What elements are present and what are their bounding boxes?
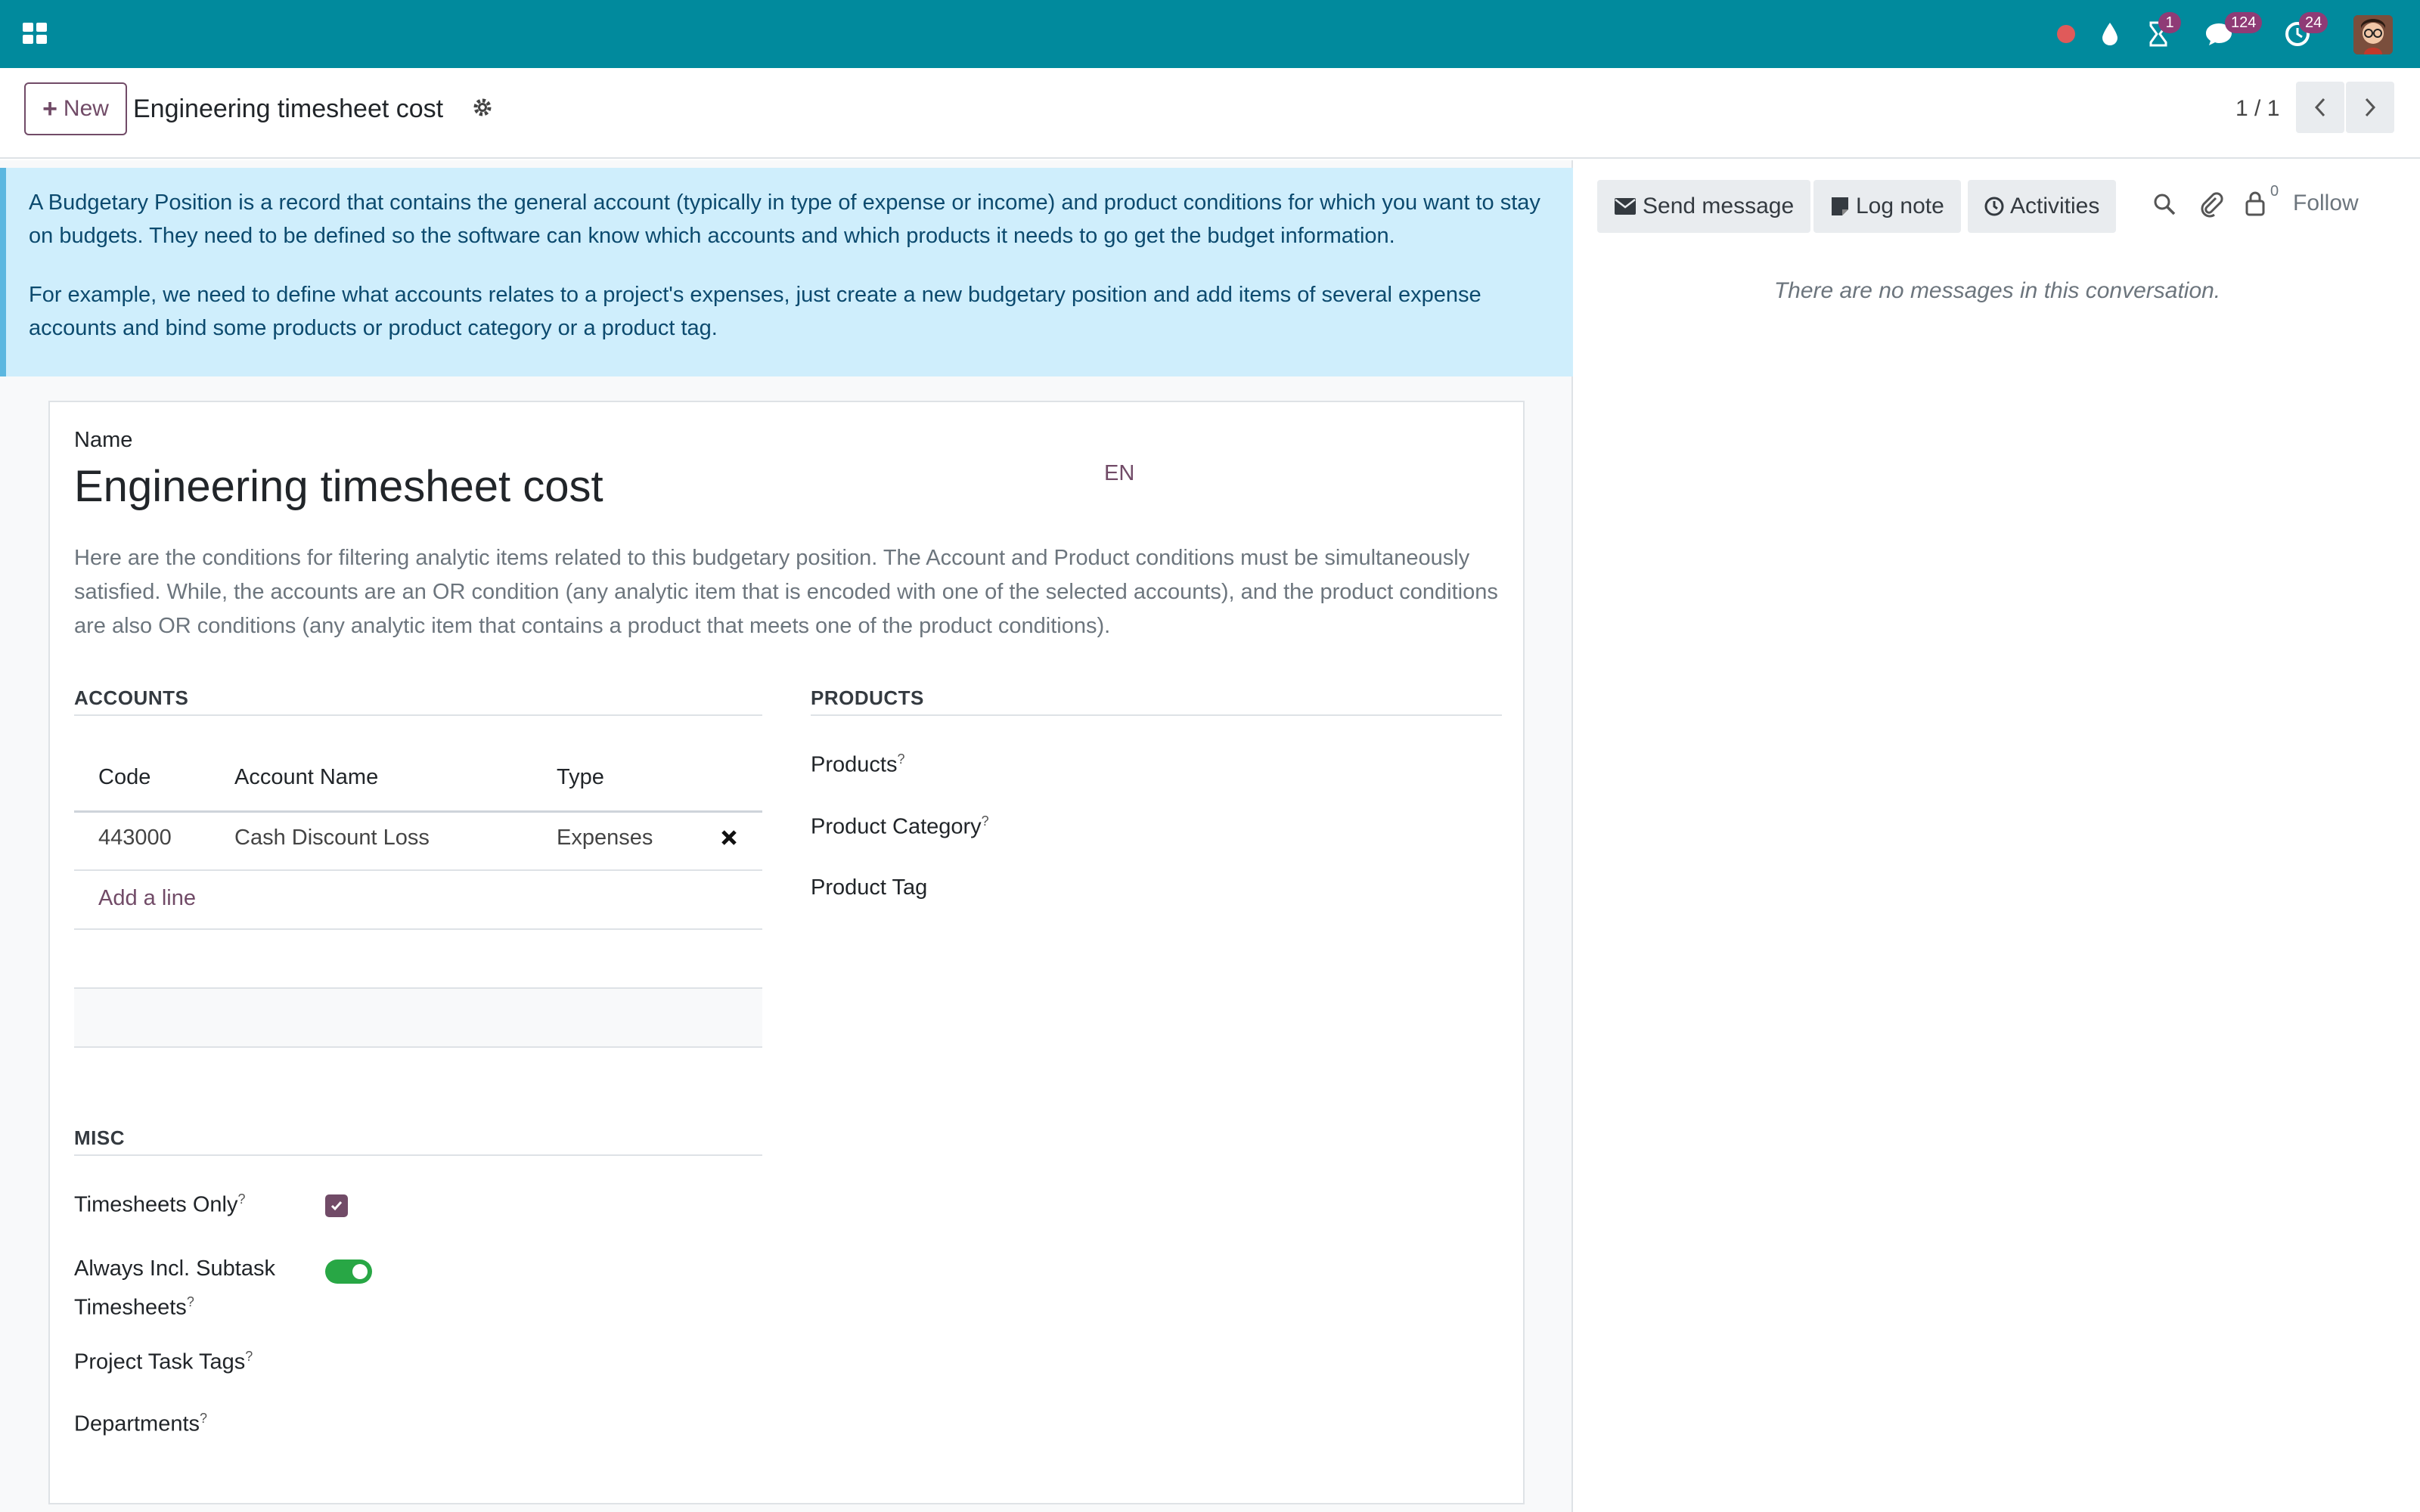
chevron-right-icon — [2365, 98, 2376, 117]
toggle-knob — [352, 1264, 368, 1279]
name-field[interactable]: Engineering timesheet cost — [74, 458, 603, 516]
user-avatar[interactable] — [2353, 15, 2393, 54]
hourglass-icon[interactable]: 1 — [2142, 12, 2181, 53]
plus-icon: + — [42, 94, 57, 123]
gear-icon[interactable] — [470, 95, 495, 119]
chevron-left-icon — [2314, 98, 2325, 117]
project-task-tags-label: Project Task Tags? — [74, 1349, 253, 1375]
timer-badge: 24 — [2299, 12, 2328, 33]
search-icon[interactable] — [2152, 192, 2176, 216]
alert-paragraph-2: For example, we need to define what acco… — [29, 283, 1481, 340]
envelope-icon — [1615, 198, 1636, 215]
misc-section-title: MISC — [74, 1126, 762, 1156]
help-tooltip-icon[interactable]: ? — [238, 1191, 246, 1207]
product-category-label-text: Product Category — [811, 814, 982, 839]
log-note-label: Log note — [1856, 194, 1944, 218]
record-icon[interactable] — [2052, 15, 2080, 53]
help-tooltip-icon[interactable]: ? — [982, 813, 989, 829]
pager-previous-button[interactable] — [2296, 82, 2344, 133]
product-category-label: Product Category? — [811, 813, 989, 840]
column-type[interactable]: Type — [557, 765, 604, 790]
alert-paragraph-1: A Budgetary Position is a record that co… — [29, 191, 1540, 248]
clock-icon — [1984, 197, 2004, 216]
pager-next-button[interactable] — [2346, 82, 2394, 133]
table-header-divider — [74, 810, 762, 813]
help-tooltip-icon[interactable]: ? — [245, 1349, 253, 1364]
info-alert: A Budgetary Position is a record that co… — [0, 168, 1573, 376]
products-label-text: Products — [811, 752, 898, 777]
departments-label-text: Departments — [74, 1411, 200, 1436]
empty-table-row — [74, 989, 762, 1048]
product-tag-label: Product Tag — [811, 875, 928, 900]
checkmark-icon — [330, 1201, 343, 1211]
empty-conversation-text: There are no messages in this conversati… — [1773, 278, 2221, 303]
paperclip-icon[interactable] — [2199, 191, 2223, 218]
products-label: Products? — [811, 751, 904, 778]
activities-button[interactable]: Activities — [1968, 180, 2117, 233]
new-button[interactable]: + New — [24, 82, 127, 135]
control-panel: + New Engineering timesheet cost 1 / 1 — [0, 68, 2420, 159]
products-section-title: PRODUCTS — [811, 686, 1502, 716]
accounts-section-title: ACCOUNTS — [74, 686, 762, 716]
pager-value[interactable]: 1 / 1 — [2235, 91, 2279, 127]
subtask-label-line-2: Timesheets — [74, 1295, 187, 1320]
row-divider — [74, 869, 762, 871]
form-sheet: Name Engineering timesheet cost EN Here … — [48, 401, 1525, 1504]
delete-row-icon[interactable] — [720, 829, 738, 847]
log-note-button[interactable]: Log note — [1813, 180, 1961, 233]
chatter-panel: Send message Log note Activities 0 Follo… — [1575, 160, 2420, 1512]
add-line-link[interactable]: Add a line — [98, 886, 196, 911]
new-button-label: New — [63, 96, 109, 121]
row-divider — [74, 1046, 762, 1048]
timesheets-only-label-text: Timesheets Only — [74, 1192, 238, 1217]
chat-icon[interactable]: 124 — [2202, 12, 2263, 53]
clock-icon[interactable]: 24 — [2281, 12, 2328, 53]
language-button[interactable]: EN — [1104, 461, 1134, 486]
subtask-timesheets-toggle[interactable] — [325, 1259, 372, 1284]
subtask-label-line-1: Always Incl. Subtask — [74, 1256, 275, 1281]
help-tooltip-icon[interactable]: ? — [897, 751, 904, 767]
send-message-button[interactable]: Send message — [1597, 180, 1811, 233]
drop-icon[interactable] — [2096, 15, 2124, 53]
follower-count: 0 — [2270, 183, 2279, 200]
row-divider — [74, 928, 762, 930]
column-account-name[interactable]: Account Name — [234, 765, 378, 790]
project-task-tags-label-text: Project Task Tags — [74, 1349, 246, 1374]
breadcrumb: Engineering timesheet cost — [133, 94, 444, 123]
top-navbar: 1 124 24 — [0, 0, 2420, 68]
note-icon — [1832, 197, 1848, 215]
column-code[interactable]: Code — [98, 765, 150, 790]
departments-label: Departments? — [74, 1411, 207, 1437]
help-tooltip-icon[interactable]: ? — [187, 1294, 194, 1309]
timesheets-only-checkbox[interactable] — [325, 1194, 348, 1217]
account-name-cell[interactable]: Cash Discount Loss — [234, 826, 430, 850]
help-tooltip-icon[interactable]: ? — [200, 1411, 207, 1426]
conditions-help-text: Here are the conditions for filtering an… — [74, 546, 1498, 638]
account-type-cell[interactable]: Expenses — [557, 826, 653, 850]
apps-icon[interactable] — [21, 20, 50, 48]
send-message-label: Send message — [1643, 194, 1795, 218]
name-label: Name — [74, 428, 133, 452]
subtask-timesheets-label: Always Incl. Subtask Timesheets? — [74, 1252, 275, 1325]
form-area: A Budgetary Position is a record that co… — [0, 160, 1573, 1512]
timesheets-only-label: Timesheets Only? — [74, 1191, 246, 1218]
messages-badge: 124 — [2225, 12, 2263, 33]
activities-label: Activities — [2010, 194, 2100, 218]
activities-badge: 1 — [2158, 12, 2181, 33]
account-code-cell[interactable]: 443000 — [98, 826, 172, 850]
follow-button[interactable]: Follow — [2293, 191, 2359, 216]
lock-icon[interactable] — [2245, 191, 2266, 216]
